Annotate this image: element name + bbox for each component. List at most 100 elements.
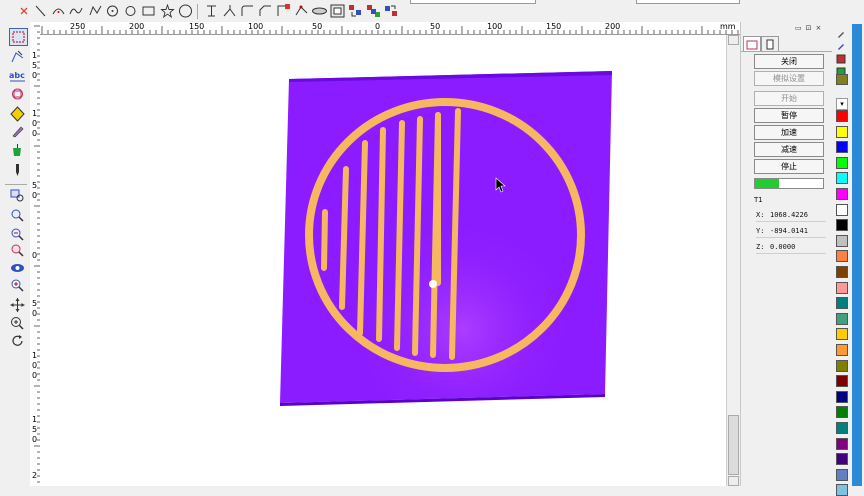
color-swatch[interactable] [836,344,848,356]
small-circle-icon[interactable] [122,3,139,19]
start-button[interactable]: 开始 [754,91,824,106]
document-tab-icon[interactable] [761,36,779,52]
select-icon[interactable] [9,28,28,46]
close-sim-button[interactable]: 关闭 [754,54,824,69]
pen-icon[interactable] [9,123,26,139]
board [280,71,612,406]
panel-divider [741,51,833,52]
color-swatch[interactable] [836,406,848,419]
close-x-icon[interactable] [16,3,33,19]
array-icon[interactable] [347,3,364,19]
speed-up-button[interactable]: 加速 [754,125,824,140]
zoom-page-icon[interactable] [9,277,26,293]
circle-icon[interactable] [177,3,194,19]
color-swatch[interactable] [836,219,848,232]
grid-color-icon[interactable] [836,49,846,64]
chamfer-icon[interactable] [257,3,274,19]
mirror-icon[interactable] [365,3,382,19]
fillet-icon[interactable] [239,3,256,19]
node-icon[interactable] [293,3,310,19]
bucket-icon[interactable] [9,142,26,158]
color-swatch[interactable] [836,484,848,496]
left-toolbar: abc [0,22,31,486]
zoom-window-icon[interactable] [9,188,26,204]
rotate-copy-icon[interactable] [383,3,400,19]
marker-icon[interactable] [9,162,26,178]
pencil-color-icon[interactable] [836,36,846,50]
extend-icon[interactable] [221,3,238,19]
color-swatch[interactable] [836,328,848,341]
pause-button[interactable]: 暂停 [754,108,824,123]
polyline-icon[interactable] [87,3,104,19]
zoom-in-icon[interactable] [9,207,26,223]
rectangle-icon[interactable] [140,3,157,19]
dropdown-fragment[interactable] [410,0,536,4]
close-panel-icon[interactable]: × [816,24,822,32]
circle-dot-icon[interactable] [104,3,121,19]
tool-label: T1 [754,196,763,204]
color-swatch[interactable] [836,281,848,294]
panel-window-controls[interactable]: ▭ ⊡ × [795,24,825,34]
scroll-thumb[interactable] [728,415,739,475]
color-swatch[interactable] [836,156,848,169]
arc-icon[interactable] [50,3,67,19]
layer-color-icon[interactable] [836,62,846,77]
zoom-selection-icon[interactable] [9,242,26,258]
shape-outline-icon[interactable] [9,86,26,102]
color-swatch[interactable] [836,188,848,200]
refresh-icon[interactable] [9,333,26,349]
trace-line [376,127,386,342]
color-swatch[interactable] [836,375,848,388]
color-swatch[interactable] [836,437,848,450]
color-swatch[interactable] [836,110,848,122]
coord-x-value: 1068.4226 [770,211,808,219]
zoom-out-icon[interactable] [9,226,26,242]
color-swatch[interactable] [836,203,848,216]
star-icon[interactable] [159,3,176,19]
simulation-view [280,71,612,406]
sim-settings-button[interactable]: 模拟设置 [754,71,824,86]
vertical-scrollbar[interactable] [726,35,740,486]
stop-button[interactable]: 停止 [754,159,824,174]
color-swatch[interactable] [836,312,848,325]
current-color-swatch[interactable] [836,74,848,85]
color-swatch[interactable] [836,390,848,403]
color-swatch[interactable] [836,141,848,154]
color-swatch[interactable] [836,359,848,372]
ellipse-icon[interactable] [311,3,328,19]
color-swatch[interactable] [836,297,848,310]
line-icon[interactable] [32,3,49,19]
color-swatch[interactable] [836,250,848,263]
eyedropper-icon[interactable] [836,24,846,38]
group-icon[interactable] [329,3,346,19]
minimize-icon[interactable]: ▭ [795,24,802,32]
color-swatch[interactable] [836,453,848,466]
color-swatch[interactable] [836,234,848,247]
slow-down-button[interactable]: 减速 [754,142,824,157]
node-edit-icon[interactable] [9,49,26,65]
break-icon[interactable] [275,3,292,19]
pin-icon[interactable]: ⊡ [806,24,812,32]
combo-fragment[interactable] [636,0,740,4]
scroll-up-arrow-icon[interactable] [728,35,739,45]
color-swatch[interactable] [836,125,848,138]
dashboard-tab-icon[interactable] [743,36,761,52]
coord-y-value: -894.0141 [770,227,808,235]
color-swatch[interactable] [836,172,848,185]
drawing-canvas[interactable] [40,35,726,486]
trim-icon[interactable] [203,3,220,19]
color-swatch[interactable] [836,468,848,481]
progress-fill [755,179,779,188]
palette-dropdown-icon[interactable]: ▾ [836,98,848,110]
text-tool-icon[interactable]: abc [9,69,26,85]
progress-bar [754,178,824,189]
view-all-icon[interactable] [9,260,26,276]
magnify-icon[interactable] [9,315,26,331]
color-swatch[interactable] [836,422,848,434]
pan-icon[interactable] [9,297,26,313]
curve-icon[interactable] [68,3,85,19]
diamond-fill-icon[interactable] [9,106,26,122]
scroll-down-arrow-icon[interactable] [728,476,739,486]
color-swatch[interactable] [836,266,848,278]
tool-head [429,280,437,288]
